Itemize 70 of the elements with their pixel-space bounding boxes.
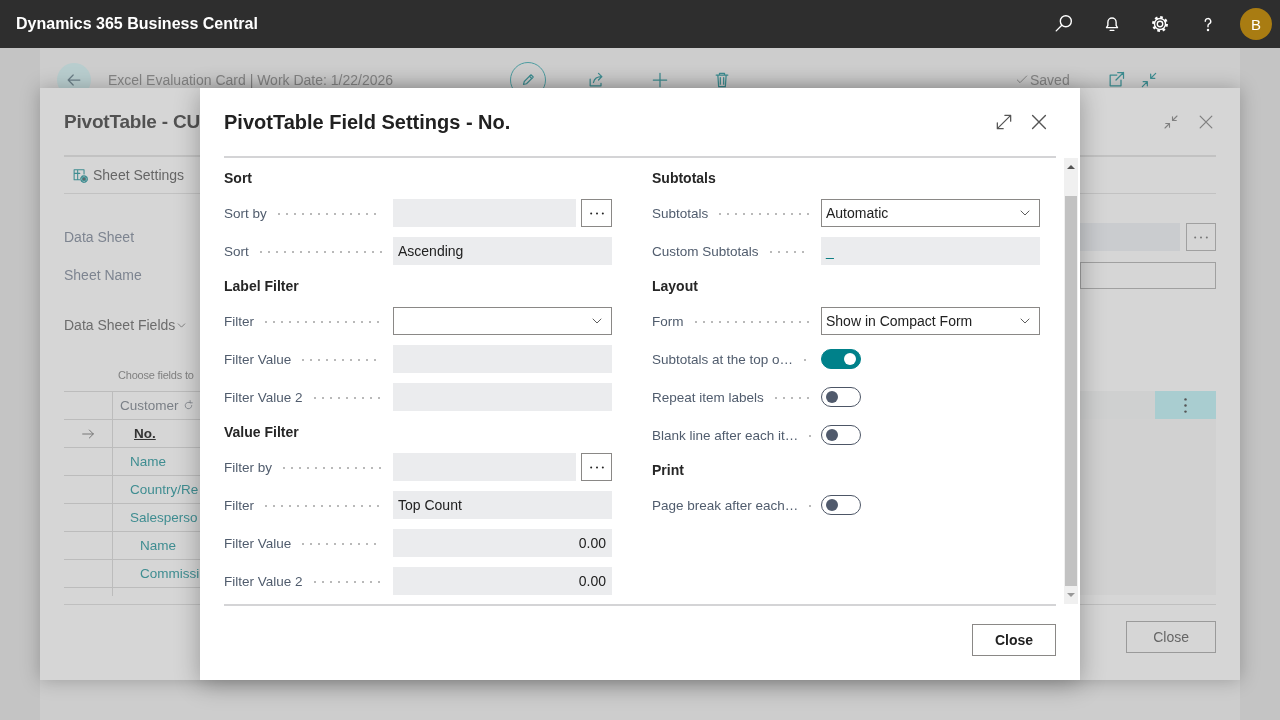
drilldown-field[interactable]: _: [821, 237, 1040, 265]
field-label: Repeat item labels: [652, 389, 764, 405]
app-title: Dynamics 365 Business Central: [16, 15, 259, 33]
field-label: Filter Value 2: [224, 389, 303, 405]
field-label: Sort: [224, 243, 249, 259]
sheet-gear-icon: [72, 166, 89, 184]
section-heading: Print: [652, 461, 685, 480]
section-heading: Subtotals: [652, 169, 717, 188]
dropdown[interactable]: [393, 307, 612, 335]
dropdown[interactable]: Automatic: [821, 199, 1040, 227]
field-label: Page break after each…: [652, 497, 799, 513]
hint-text: Choose fields to: [117, 368, 195, 383]
field-label: Data Sheet: [64, 229, 135, 245]
input-field[interactable]: Ascending: [393, 237, 612, 265]
save-status: Saved: [1030, 72, 1070, 88]
field-label: Sheet Name: [64, 267, 142, 283]
field-name-cell[interactable]: Country/Re: [113, 476, 199, 503]
section-heading: Label Filter: [224, 277, 300, 296]
toggle-switch[interactable]: [821, 349, 861, 369]
sheet-settings-action[interactable]: Sheet Settings: [64, 166, 185, 184]
lookup-button[interactable]: [581, 199, 612, 227]
input-field[interactable]: [1080, 223, 1180, 251]
scroll-down-arrow-icon[interactable]: [1067, 593, 1075, 597]
field-label: Filter Value: [224, 351, 292, 367]
add-icon[interactable]: [650, 70, 670, 90]
more-icon: [1184, 397, 1187, 413]
input-field[interactable]: [1080, 261, 1216, 289]
field-label: Filter Value: [224, 535, 292, 551]
field-label: Filter: [224, 497, 254, 513]
ellipsis-icon: [1194, 235, 1208, 239]
field-label: Filter: [224, 313, 254, 329]
field-label: Blank line after each it…: [652, 427, 799, 443]
field-label: Sort by: [224, 205, 267, 221]
ellipsis-icon: [589, 465, 604, 469]
scrollbar[interactable]: [1064, 158, 1078, 604]
input-field[interactable]: Top Count: [393, 491, 612, 519]
field-label: Custom Subtotals: [652, 243, 759, 259]
scroll-up-arrow-icon[interactable]: [1067, 165, 1075, 169]
page-title: Excel Evaluation Card | Work Date: 1/22/2026: [108, 72, 395, 88]
close-button[interactable]: Close: [972, 624, 1056, 656]
dialog-title: PivotTable - CU: [64, 110, 200, 133]
more-button[interactable]: [1186, 223, 1216, 251]
field-name-cell[interactable]: Name: [113, 532, 176, 559]
section-heading: Sort: [224, 169, 253, 188]
dropdown[interactable]: Show in Compact Form: [821, 307, 1040, 335]
section-heading: Layout: [652, 277, 699, 296]
field-name-cell[interactable]: Commissi: [113, 560, 200, 587]
dialog-title: PivotTable Field Settings - No.: [224, 110, 512, 134]
field-label: Form: [652, 313, 684, 329]
lookup-button[interactable]: [581, 453, 612, 481]
close-button[interactable]: Close: [1126, 620, 1216, 653]
number-field[interactable]: 0.00: [393, 567, 612, 595]
field-label: Filter by: [224, 459, 272, 475]
field-name-cell[interactable]: Name: [113, 448, 166, 475]
field-label: Subtotals: [652, 205, 709, 221]
toggle-switch[interactable]: [821, 425, 861, 445]
toggle-switch[interactable]: [821, 495, 861, 515]
number-field[interactable]: 0.00: [393, 529, 612, 557]
section-heading: Value Filter: [224, 423, 300, 442]
settings-icon[interactable]: [1149, 13, 1171, 35]
expand-icon[interactable]: [994, 112, 1014, 132]
ellipsis-icon: [589, 211, 604, 215]
toggle-switch[interactable]: [821, 387, 861, 407]
column-header[interactable]: Customer: [113, 392, 195, 419]
section-toggle[interactable]: Data Sheet Fields: [64, 310, 189, 340]
field-label: Subtotals at the top o…: [652, 351, 794, 367]
field-name-cell[interactable]: Salesperso: [113, 504, 198, 531]
field-name-cell[interactable]: No.: [113, 420, 156, 447]
user-avatar[interactable]: B: [1240, 8, 1272, 40]
field-label: Filter Value 2: [224, 573, 303, 589]
